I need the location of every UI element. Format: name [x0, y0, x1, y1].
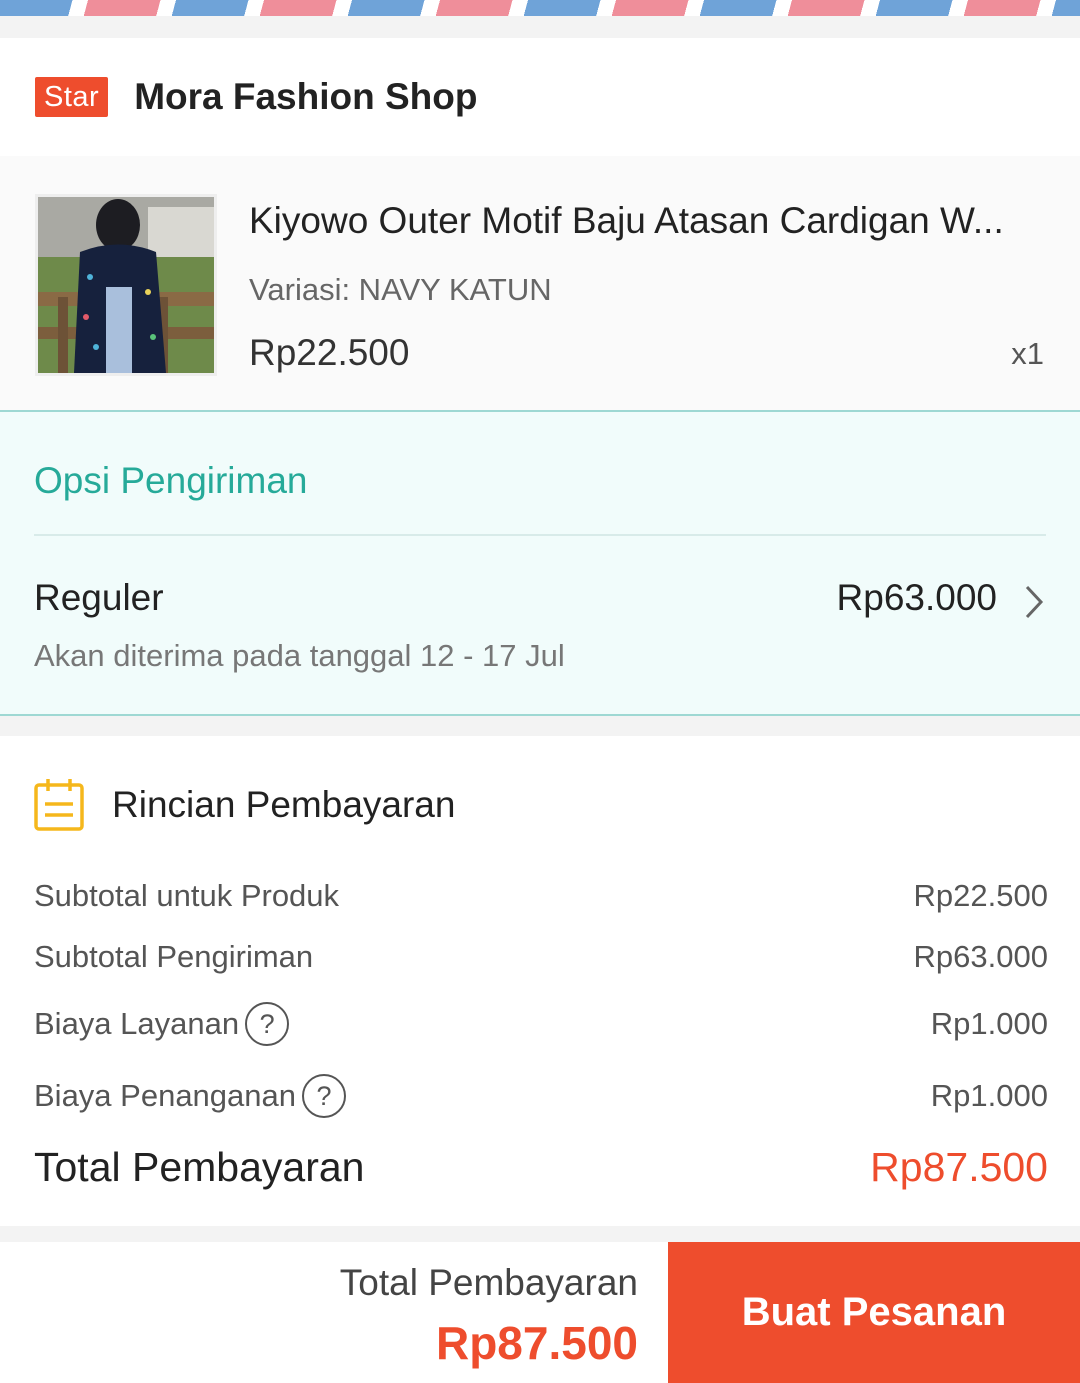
payment-total-row: Total Pembayaran Rp87.500 — [34, 1144, 1048, 1191]
product-item[interactable]: Kiyowo Outer Motif Baju Atasan Cardigan … — [0, 156, 1080, 410]
payment-details: Rincian Pembayaran Subtotal untuk Produk… — [0, 736, 1080, 1226]
payment-row-label-wrap: Biaya Penanganan ? — [34, 1074, 347, 1118]
product-price: Rp22.500 — [249, 332, 410, 373]
payment-total-label: Total Pembayaran — [34, 1144, 365, 1190]
payment-row-label: Subtotal untuk Produk — [34, 878, 340, 913]
airmail-border — [0, 0, 1080, 16]
bottom-total-value: Rp87.500 — [435, 1317, 638, 1369]
payment-title: Rincian Pembayaran — [112, 784, 456, 825]
help-icon[interactable]: ? — [302, 1074, 347, 1118]
payment-total-value: Rp87.500 — [870, 1144, 1048, 1190]
shop-header[interactable]: Star Mora Fashion Shop — [0, 38, 1080, 156]
shipping-option-price: Rp63.000 — [836, 577, 997, 618]
product-title: Kiyowo Outer Motif Baju Atasan Cardigan … — [249, 200, 1004, 241]
payment-row-value: Rp1.000 — [930, 1006, 1048, 1041]
payment-row-label: Subtotal Pengiriman — [34, 939, 314, 974]
shop-name: Mora Fashion Shop — [134, 76, 478, 117]
place-order-button[interactable]: Buat Pesanan — [668, 1242, 1080, 1383]
payment-row-label-wrap: Biaya Layanan ? — [34, 1002, 290, 1046]
shipping-options: Opsi Pengiriman Reguler Rp63.000 Akan di… — [0, 410, 1080, 716]
payment-row-value: Rp1.000 — [930, 1078, 1048, 1113]
shipping-title: Opsi Pengiriman — [34, 460, 308, 501]
payment-row-value: Rp22.500 — [913, 878, 1048, 913]
divider — [34, 534, 1046, 536]
payment-header: Rincian Pembayaran — [34, 778, 455, 832]
star-badge: Star — [35, 77, 109, 117]
shipping-eta: Akan diterima pada tanggal 12 - 17 Jul — [34, 638, 565, 673]
payment-row: Subtotal Pengiriman Rp63.000 — [34, 939, 1048, 975]
help-icon[interactable]: ? — [245, 1002, 290, 1046]
bottom-total-label: Total Pembayaran — [339, 1262, 638, 1303]
product-image — [35, 194, 217, 376]
checkout-bar: Total Pembayaran Rp87.500 Buat Pesanan — [0, 1242, 1080, 1383]
shipping-option-name: Reguler — [34, 577, 164, 618]
payment-row-label: Biaya Layanan — [34, 1006, 240, 1041]
payment-row-label: Biaya Penanganan — [34, 1078, 297, 1113]
chevron-right-icon[interactable] — [1022, 584, 1046, 620]
payment-row: Subtotal untuk Produk Rp22.500 — [34, 878, 1048, 914]
calendar-icon — [34, 779, 84, 831]
payment-row-value: Rp63.000 — [913, 939, 1048, 974]
product-variant: Variasi: NAVY KATUN — [249, 272, 552, 307]
product-quantity: x1 — [1011, 336, 1044, 371]
payment-row: Biaya Layanan ? Rp1.000 — [34, 1002, 1048, 1046]
payment-row: Biaya Penanganan ? Rp1.000 — [34, 1074, 1048, 1118]
